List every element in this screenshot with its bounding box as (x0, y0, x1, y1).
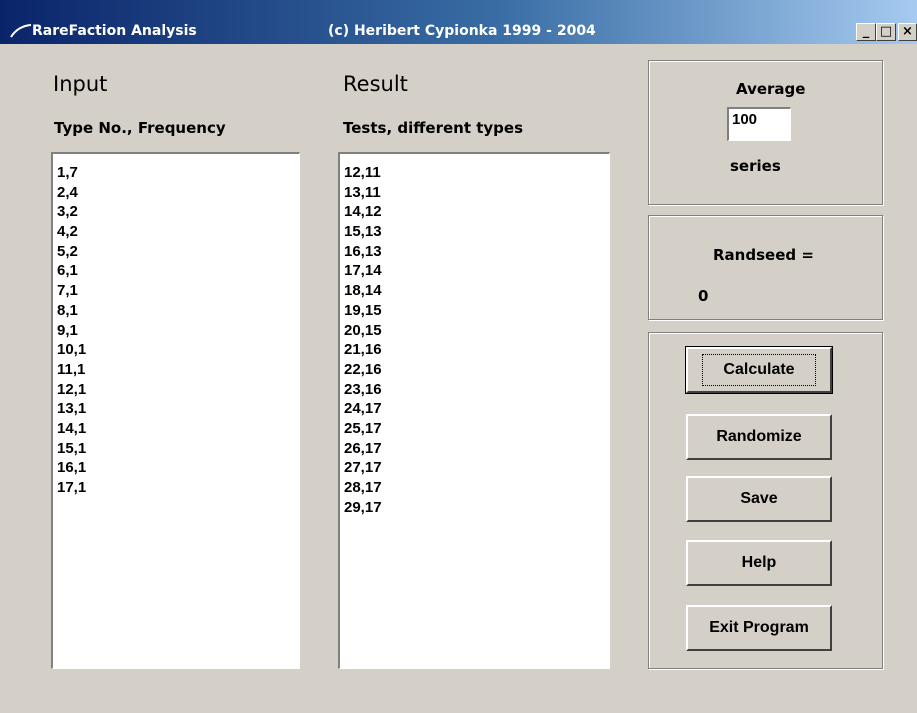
list-item[interactable]: 29,17 (344, 498, 609, 518)
minimize-button[interactable]: _ (856, 23, 876, 41)
list-item[interactable]: 12,1 (57, 380, 299, 400)
title-bar[interactable]: RareFaction Analysis (c) Heribert Cypion… (0, 0, 917, 44)
list-item[interactable]: 21,16 (344, 340, 609, 360)
input-subheading: Type No., Frequency (54, 119, 226, 137)
help-button[interactable]: Help (686, 540, 832, 586)
calculate-button[interactable]: Calculate (685, 346, 833, 394)
input-list: 1,7 2,4 3,2 4,2 5,2 6,1 7,1 8,1 9,1 10,1 11,1 12,1 1… (53, 154, 299, 498)
randseed-panel (648, 215, 883, 320)
window-title: RareFaction Analysis (32, 23, 197, 39)
list-item[interactable]: 13,11 (344, 183, 609, 203)
list-item[interactable]: 14,1 (57, 419, 299, 439)
list-item[interactable]: 14,12 (344, 202, 609, 222)
list-item[interactable]: 1,7 (57, 163, 299, 183)
list-item[interactable]: 26,17 (344, 439, 609, 459)
copyright-text: (c) Heribert Cypionka 1999 - 2004 (328, 23, 596, 39)
exit-program-button-label: Exit Program (709, 619, 809, 636)
list-item[interactable]: 15,13 (344, 222, 609, 242)
average-series-input[interactable]: 100 (727, 107, 791, 141)
list-item[interactable]: 15,1 (57, 439, 299, 459)
list-item[interactable]: 10,1 (57, 340, 299, 360)
list-item[interactable]: 27,17 (344, 458, 609, 478)
list-item[interactable]: 7,1 (57, 281, 299, 301)
minimize-icon: _ (862, 24, 870, 39)
list-item[interactable]: 28,17 (344, 478, 609, 498)
list-item[interactable]: 2,4 (57, 183, 299, 203)
list-item[interactable]: 9,1 (57, 321, 299, 341)
list-item[interactable]: 18,14 (344, 281, 609, 301)
randseed-label: Randseed = (713, 246, 814, 264)
result-subheading: Tests, different types (343, 119, 523, 137)
list-item[interactable]: 11,1 (57, 360, 299, 380)
result-list: 12,11 13,11 14,12 15,13 16,13 17,14 18,14 19,15… (340, 154, 609, 517)
list-item[interactable]: 24,17 (344, 399, 609, 419)
list-item[interactable]: 23,16 (344, 380, 609, 400)
list-item[interactable]: 16,13 (344, 242, 609, 262)
average-unit-label: series (730, 157, 781, 175)
randomize-button-label: Randomize (716, 428, 802, 445)
list-item[interactable]: 13,1 (57, 399, 299, 419)
app-logo-icon (10, 24, 32, 38)
help-button-label: Help (741, 554, 777, 571)
list-item[interactable]: 17,1 (57, 478, 299, 498)
list-item[interactable]: 3,2 (57, 202, 299, 222)
calculate-button-label: Calculate (702, 354, 816, 386)
list-item[interactable]: 6,1 (57, 261, 299, 281)
list-item[interactable]: 8,1 (57, 301, 299, 321)
save-button[interactable]: Save (686, 476, 832, 522)
result-listbox[interactable]: 12,11 13,11 14,12 15,13 16,13 17,14 18,14 19,15… (338, 152, 610, 669)
list-item[interactable]: 17,14 (344, 261, 609, 281)
close-icon: × (902, 24, 913, 39)
maximize-icon: □ (879, 24, 893, 39)
result-heading: Result (343, 72, 408, 96)
list-item[interactable]: 12,11 (344, 163, 609, 183)
list-item[interactable]: 16,1 (57, 458, 299, 478)
save-button-label: Save (740, 490, 778, 507)
input-listbox[interactable]: 1,7 2,4 3,2 4,2 5,2 6,1 7,1 8,1 9,1 10,1 11,1 12,1 1… (51, 152, 300, 669)
maximize-button[interactable]: □ (876, 23, 896, 41)
list-item[interactable]: 20,15 (344, 321, 609, 341)
randomize-button[interactable]: Randomize (686, 414, 832, 460)
list-item[interactable]: 5,2 (57, 242, 299, 262)
list-item[interactable]: 22,16 (344, 360, 609, 380)
list-item[interactable]: 4,2 (57, 222, 299, 242)
average-label: Average (736, 80, 806, 98)
list-item[interactable]: 25,17 (344, 419, 609, 439)
randseed-value: 0 (698, 287, 709, 305)
list-item[interactable]: 19,15 (344, 301, 609, 321)
input-heading: Input (53, 72, 108, 96)
exit-program-button[interactable]: Exit Program (686, 605, 832, 651)
close-button[interactable]: × (898, 23, 917, 41)
